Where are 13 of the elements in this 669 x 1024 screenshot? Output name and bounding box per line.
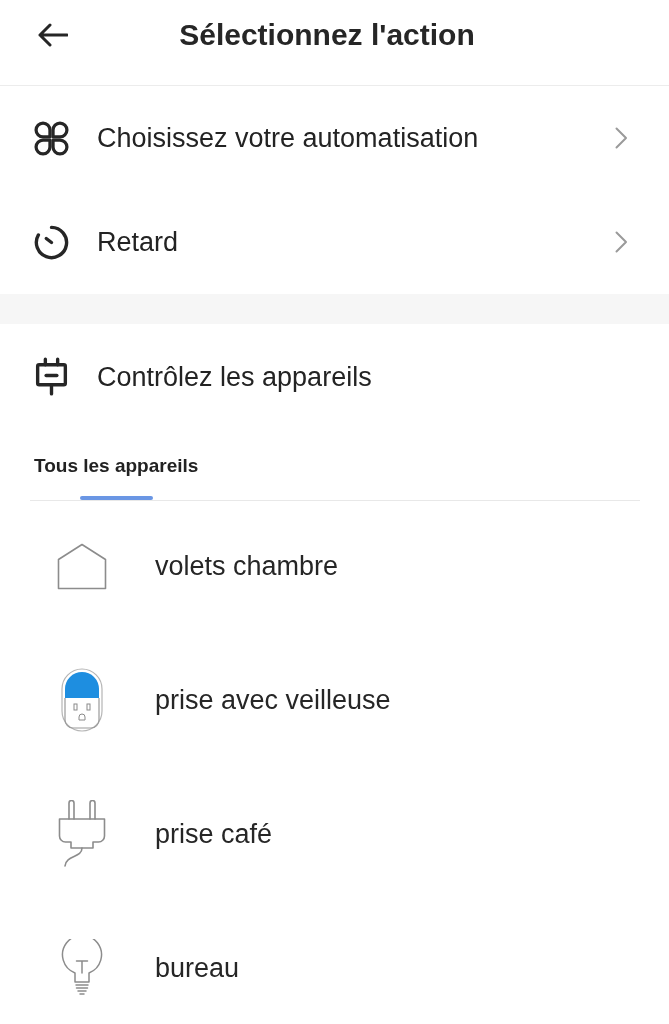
chevron-right-icon [615, 231, 628, 253]
timer-icon [33, 223, 70, 261]
power-plug-icon [58, 800, 106, 868]
house-outline-icon [57, 542, 107, 590]
tab[interactable]: Tous les appareils [30, 430, 203, 500]
device-board-icon [33, 357, 70, 397]
four-loops-icon [33, 119, 70, 157]
smart-socket-icon [61, 668, 103, 732]
light-bulb-icon [61, 939, 103, 997]
page-title: Sélectionnez l'action [178, 17, 476, 53]
section-title: Contrôlez les appareils [97, 361, 372, 393]
back-icon [37, 23, 68, 47]
chevron-right-icon [615, 127, 628, 149]
